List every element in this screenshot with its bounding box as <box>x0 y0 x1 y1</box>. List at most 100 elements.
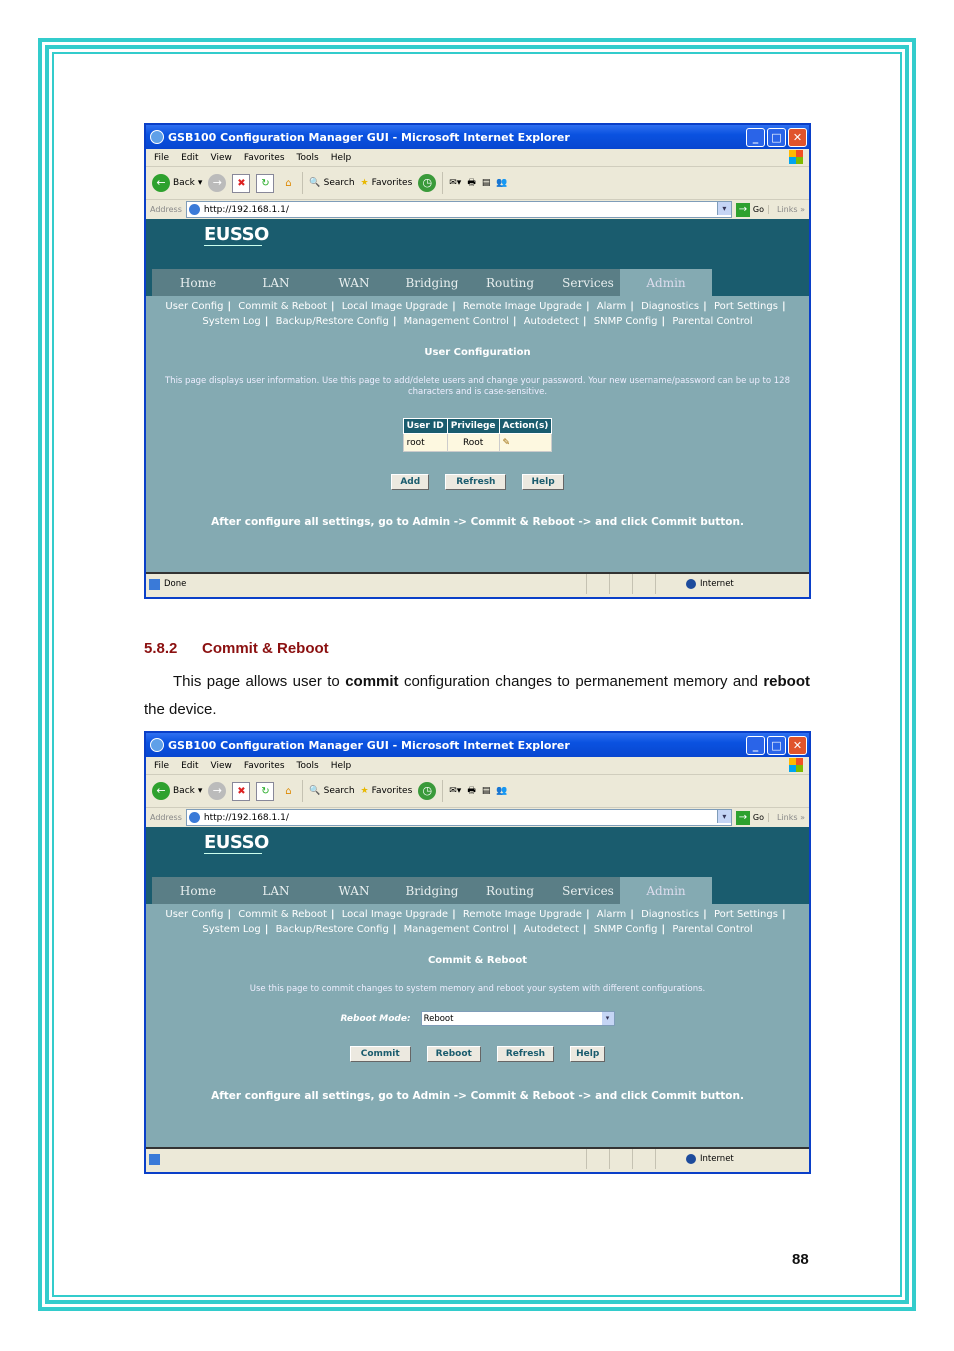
stop-icon[interactable]: ✖ <box>232 781 251 801</box>
reboot-mode-select[interactable]: Reboot ▾ <box>420 1011 615 1026</box>
subnav-diagnostics[interactable]: Diagnostics <box>641 301 699 312</box>
address-input[interactable]: http://192.168.1.1/ ▾ <box>185 809 732 826</box>
forward-button[interactable]: → <box>208 782 227 800</box>
subnav-alarm[interactable]: Alarm <box>597 301 626 312</box>
subnav-management-control[interactable]: Management Control <box>404 924 509 935</box>
subnav-commit-reboot[interactable]: Commit & Reboot <box>238 301 327 312</box>
refresh-button[interactable]: Refresh <box>496 1046 555 1062</box>
subnav-commit-reboot[interactable]: Commit & Reboot <box>238 909 327 920</box>
search-button[interactable]: 🔍 Search <box>309 786 354 796</box>
history-icon[interactable]: ◷ <box>418 782 437 800</box>
menu-tools[interactable]: Tools <box>297 153 319 163</box>
subnav-snmp-config[interactable]: SNMP Config <box>594 924 658 935</box>
messenger-icon[interactable]: 👥 <box>496 178 507 188</box>
subnav-local-image-upgrade[interactable]: Local Image Upgrade <box>342 909 448 920</box>
admin-subnav: User Config | Commit & Reboot | Local Imag… <box>165 301 786 327</box>
maximize-button[interactable]: □ <box>767 128 786 147</box>
router-page: EUSSO Home LAN WAN Bridging Routing Serv… <box>146 219 809 572</box>
links-button[interactable]: Links » <box>768 205 809 214</box>
close-button[interactable]: ✕ <box>788 128 807 147</box>
back-button[interactable]: ← Back ▾ <box>152 782 202 800</box>
help-button[interactable]: Help <box>522 474 564 490</box>
home-icon[interactable]: ⌂ <box>280 783 296 800</box>
tab-admin[interactable]: Admin <box>620 877 712 904</box>
subnav-backup-restore[interactable]: Backup/Restore Config <box>276 316 389 327</box>
print-icon[interactable]: 🖶 <box>467 175 476 191</box>
refresh-button[interactable]: Refresh <box>445 474 507 490</box>
go-button[interactable]: → Go <box>735 810 764 825</box>
status-pane <box>609 1149 632 1169</box>
stop-icon[interactable]: ✖ <box>232 173 251 193</box>
history-icon[interactable]: ◷ <box>418 174 437 192</box>
subnav-local-image-upgrade[interactable]: Local Image Upgrade <box>342 301 448 312</box>
subnav-user-config[interactable]: User Config <box>165 301 223 312</box>
search-button[interactable]: 🔍 Search <box>309 178 354 188</box>
page-description: This page displays user information. Use… <box>164 376 790 397</box>
subnav-port-settings[interactable]: Port Settings <box>714 301 778 312</box>
toolbar: ← Back ▾ → ✖ ↻ ⌂ 🔍 Search ★ Favorites ◷ ✉▾ … <box>146 775 809 808</box>
menu-edit[interactable]: Edit <box>181 153 198 163</box>
edit-icon[interactable]: ▤ <box>482 178 491 188</box>
address-input[interactable]: http://192.168.1.1/ ▾ <box>185 201 732 218</box>
subnav-parental-control[interactable]: Parental Control <box>672 316 752 327</box>
close-button[interactable]: ✕ <box>788 736 807 755</box>
subnav-autodetect[interactable]: Autodetect <box>524 924 579 935</box>
subnav-alarm[interactable]: Alarm <box>597 909 626 920</box>
back-label: Back <box>173 178 195 188</box>
minimize-button[interactable]: _ <box>746 128 765 147</box>
mail-icon[interactable]: ✉▾ <box>449 786 461 796</box>
cell-privilege: Root <box>446 433 500 452</box>
subnav-backup-restore[interactable]: Backup/Restore Config <box>276 924 389 935</box>
subnav-user-config[interactable]: User Config <box>165 909 223 920</box>
menu-view[interactable]: View <box>211 153 232 163</box>
favorites-button[interactable]: ★ Favorites <box>361 786 413 796</box>
menu-favorites[interactable]: Favorites <box>244 761 285 771</box>
refresh-icon[interactable]: ↻ <box>256 781 275 801</box>
edit-pencil-icon[interactable]: ✎ <box>503 438 511 448</box>
help-button[interactable]: Help <box>570 1046 606 1062</box>
subnav-diagnostics[interactable]: Diagnostics <box>641 909 699 920</box>
address-dropdown-icon[interactable]: ▾ <box>716 202 731 215</box>
menu-help[interactable]: Help <box>331 153 352 163</box>
subnav-system-log[interactable]: System Log <box>202 316 260 327</box>
status-bar: Internet <box>146 1147 809 1169</box>
subnav-system-log[interactable]: System Log <box>202 924 260 935</box>
favorites-button[interactable]: ★ Favorites <box>361 178 413 188</box>
subnav-remote-image-upgrade[interactable]: Remote Image Upgrade <box>463 301 582 312</box>
menu-file[interactable]: File <box>154 153 169 163</box>
address-dropdown-icon[interactable]: ▾ <box>716 810 731 823</box>
add-button[interactable]: Add <box>391 474 430 490</box>
back-button[interactable]: ← Back ▾ <box>152 174 202 192</box>
favorites-label: Favorites <box>371 786 413 796</box>
subnav-remote-image-upgrade[interactable]: Remote Image Upgrade <box>463 909 582 920</box>
maximize-button[interactable]: □ <box>767 736 786 755</box>
print-icon[interactable]: 🖶 <box>467 783 476 799</box>
mail-icon[interactable]: ✉▾ <box>449 178 461 188</box>
menu-favorites[interactable]: Favorites <box>244 153 285 163</box>
menu-view[interactable]: View <box>211 761 232 771</box>
reboot-button[interactable]: Reboot <box>426 1046 481 1062</box>
subnav-snmp-config[interactable]: SNMP Config <box>594 316 658 327</box>
menu-file[interactable]: File <box>154 761 169 771</box>
menu-edit[interactable]: Edit <box>181 761 198 771</box>
minimize-button[interactable]: _ <box>746 736 765 755</box>
subnav-autodetect[interactable]: Autodetect <box>524 316 579 327</box>
refresh-icon[interactable]: ↻ <box>256 173 275 193</box>
home-icon[interactable]: ⌂ <box>280 175 296 192</box>
page-icon <box>188 812 200 823</box>
messenger-icon[interactable]: 👥 <box>496 786 507 796</box>
cell-action: ✎ <box>498 433 553 452</box>
tab-admin[interactable]: Admin <box>620 269 712 296</box>
menu-tools[interactable]: Tools <box>297 761 319 771</box>
forward-button[interactable]: → <box>208 174 227 192</box>
chevron-down-icon[interactable]: ▾ <box>601 1012 614 1025</box>
go-button[interactable]: → Go <box>735 202 764 217</box>
subnav-port-settings[interactable]: Port Settings <box>714 909 778 920</box>
subnav-management-control[interactable]: Management Control <box>404 316 509 327</box>
subnav-parental-control[interactable]: Parental Control <box>672 924 752 935</box>
go-arrow-icon: → <box>735 202 750 217</box>
commit-button[interactable]: Commit <box>349 1046 411 1062</box>
menu-help[interactable]: Help <box>331 761 352 771</box>
edit-icon[interactable]: ▤ <box>482 786 491 796</box>
links-button[interactable]: Links » <box>768 813 809 822</box>
